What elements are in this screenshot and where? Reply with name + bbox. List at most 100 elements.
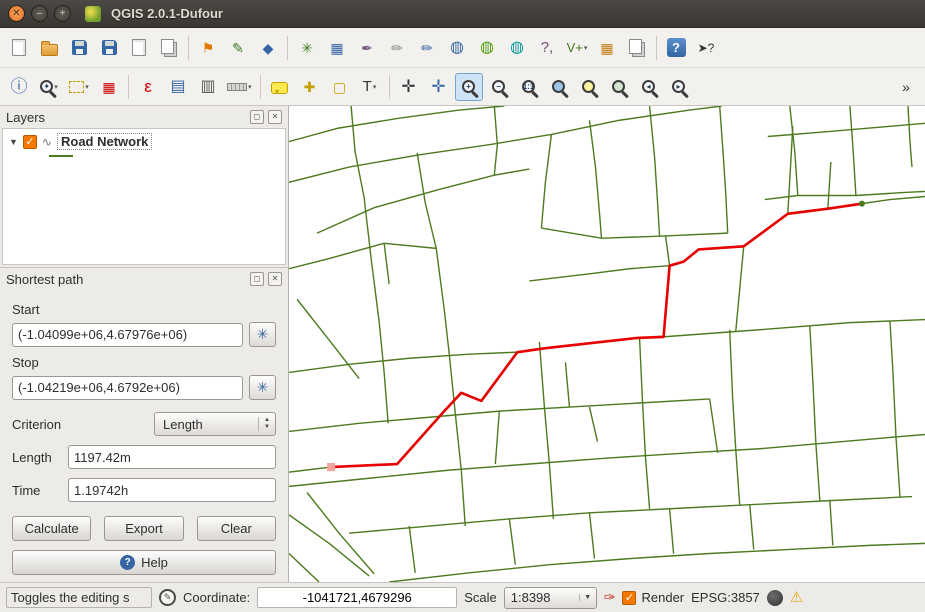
capture-polygon-button[interactable]: ◆ bbox=[254, 34, 282, 62]
text-annotation-button[interactable]: T▾ bbox=[356, 73, 384, 101]
render-label: Render bbox=[641, 590, 684, 605]
shortest-path-close-button[interactable]: ✕ bbox=[268, 272, 282, 286]
add-wfs-layer-button[interactable]: ◍ bbox=[503, 34, 531, 62]
zoom-to-selection-button[interactable] bbox=[575, 73, 603, 101]
deselect-all-button[interactable]: ▦ bbox=[95, 73, 123, 101]
new-spatialite-layer-icon: ✏ bbox=[421, 41, 433, 55]
show-bookmarks-icon: ▢ bbox=[333, 80, 346, 94]
coordinate-input[interactable] bbox=[257, 587, 457, 608]
map-canvas[interactable] bbox=[289, 106, 925, 582]
dropdown-caret-icon: ▾ bbox=[584, 44, 588, 52]
messages-warning-icon[interactable]: ⚠ bbox=[790, 590, 803, 605]
export-button[interactable]: Export bbox=[104, 516, 183, 541]
save-project-button[interactable] bbox=[65, 34, 93, 62]
shortest-path-title: Shortest path bbox=[6, 272, 83, 287]
layer-item-road-network[interactable]: ▼ ✓ ∿ Road Network bbox=[3, 129, 285, 150]
stop-rendering-icon[interactable]: ✑ bbox=[604, 589, 616, 606]
pan-to-selection-button[interactable]: ✛ bbox=[425, 73, 453, 101]
expand-arrow-icon[interactable]: ▼ bbox=[9, 137, 18, 147]
add-wms-layer-button[interactable]: ◍ bbox=[443, 34, 471, 62]
zoom-in-icon: + bbox=[462, 80, 475, 93]
new-bookmark-button[interactable]: ✚ bbox=[296, 73, 324, 101]
zoom-last-button[interactable]: ◂ bbox=[635, 73, 663, 101]
capture-point-button[interactable]: ⚑ bbox=[194, 34, 222, 62]
zoom-to-feature-button[interactable]: ✦▾ bbox=[35, 73, 63, 101]
measure-line-button[interactable]: ▾ bbox=[224, 73, 255, 101]
status-message: Toggles the editing s bbox=[6, 587, 152, 608]
add-wcs-layer-button[interactable]: ◍ bbox=[473, 34, 501, 62]
render-toggle[interactable]: ✓ Render bbox=[622, 590, 684, 605]
help-button[interactable]: ? Help bbox=[12, 550, 276, 575]
whats-this-button[interactable]: ➤? bbox=[692, 34, 720, 62]
shortest-path-float-button[interactable]: ◻ bbox=[250, 272, 264, 286]
calculate-button[interactable]: Calculate bbox=[12, 516, 91, 541]
crs-globe-icon[interactable] bbox=[767, 590, 783, 606]
zoom-to-layer-button[interactable] bbox=[605, 73, 633, 101]
capture-line-button[interactable]: ✎ bbox=[224, 34, 252, 62]
layer-symbology-row bbox=[3, 150, 285, 157]
select-by-expression-button[interactable]: ε bbox=[134, 73, 162, 101]
zoom-last-icon: ◂ bbox=[642, 80, 655, 93]
new-shapefile-layer-button[interactable]: ✏ bbox=[383, 34, 411, 62]
capture-start-point-button[interactable]: ✳ bbox=[249, 322, 276, 347]
new-project-button[interactable] bbox=[5, 34, 33, 62]
window-minimize-button[interactable]: – bbox=[31, 5, 48, 22]
deselect-all-icon: ▦ bbox=[102, 80, 115, 94]
map-tips-button[interactable] bbox=[266, 73, 294, 101]
start-input[interactable] bbox=[12, 323, 243, 347]
new-spatialite-layer-button[interactable]: ✏ bbox=[413, 34, 441, 62]
zoom-full-button[interactable] bbox=[545, 73, 573, 101]
zoom-native-icon: 1:1 bbox=[522, 80, 535, 93]
shortest-path-panel: Shortest path ◻ ✕ Start ✳ Stop ✳ bbox=[0, 268, 288, 583]
window-maximize-button[interactable]: + bbox=[54, 5, 71, 22]
time-label: Time bbox=[12, 483, 68, 498]
new-map-view-button[interactable] bbox=[623, 34, 651, 62]
zoom-in-button[interactable]: + bbox=[455, 73, 483, 101]
zoom-native-button[interactable]: 1:1 bbox=[515, 73, 543, 101]
layers-tree[interactable]: ▼ ✓ ∿ Road Network bbox=[2, 128, 286, 265]
zoom-out-button[interactable]: − bbox=[485, 73, 513, 101]
layer-visibility-checkbox[interactable]: ✓ bbox=[23, 135, 37, 149]
open-project-icon bbox=[41, 44, 58, 56]
add-wcs-layer-icon: ◍ bbox=[480, 40, 494, 56]
render-checkbox[interactable]: ✓ bbox=[622, 591, 636, 605]
node-tool-button[interactable]: ✳ bbox=[293, 34, 321, 62]
scale-select[interactable]: 1:8398 ▼ bbox=[504, 587, 597, 609]
select-by-expression-icon: ε bbox=[144, 78, 152, 95]
shortest-path-line bbox=[331, 204, 862, 467]
clear-button[interactable]: Clear bbox=[197, 516, 276, 541]
length-output[interactable] bbox=[68, 445, 276, 469]
add-raster-layer-button[interactable]: ▦ bbox=[593, 34, 621, 62]
crs-status: EPSG:3857 bbox=[691, 590, 760, 605]
save-project-as-button[interactable] bbox=[95, 34, 123, 62]
select-rectangle-button[interactable]: ▾ bbox=[65, 73, 93, 101]
time-output[interactable] bbox=[68, 478, 276, 502]
criterion-select[interactable]: Length ▲▼ bbox=[154, 412, 276, 436]
add-delimited-text-layer-button[interactable]: ?, bbox=[533, 34, 561, 62]
identify-features-button[interactable]: ⓘ bbox=[5, 73, 33, 101]
new-print-composer-button[interactable] bbox=[125, 34, 153, 62]
capture-stop-point-button[interactable]: ✳ bbox=[249, 375, 276, 400]
pan-map-button[interactable]: ✛ bbox=[395, 73, 423, 101]
new-map-view-icon bbox=[629, 39, 642, 54]
open-project-button[interactable] bbox=[35, 34, 63, 62]
zoom-next-button[interactable]: ▸ bbox=[665, 73, 693, 101]
select-features-toolbar-button[interactable]: ▦ bbox=[323, 34, 351, 62]
composer-manager-button[interactable] bbox=[155, 34, 183, 62]
stop-input[interactable] bbox=[12, 376, 243, 400]
open-attribute-table-button[interactable]: ▤ bbox=[164, 73, 192, 101]
style-manager-button[interactable]: ✒ bbox=[353, 34, 381, 62]
dock-area: Layers ◻ ✕ ▼ ✓ ∿ Road Network bbox=[0, 106, 289, 582]
dropdown-caret-icon: ▾ bbox=[54, 83, 58, 91]
layers-float-button[interactable]: ◻ bbox=[250, 110, 264, 124]
toggle-editing-icon[interactable]: ✎ bbox=[159, 589, 176, 606]
toolbar-overflow-button[interactable]: » bbox=[892, 73, 920, 101]
layers-panel: Layers ◻ ✕ ▼ ✓ ∿ Road Network bbox=[0, 106, 288, 268]
add-vector-layer-button[interactable]: V+▾ bbox=[563, 34, 591, 62]
layers-close-button[interactable]: ✕ bbox=[268, 110, 282, 124]
help-contents-button[interactable]: ? bbox=[662, 34, 690, 62]
show-bookmarks-button[interactable]: ▢ bbox=[326, 73, 354, 101]
window-close-button[interactable]: ✕ bbox=[8, 5, 25, 22]
capture-line-icon: ✎ bbox=[232, 41, 244, 55]
field-calculator-button[interactable]: ▥ bbox=[194, 73, 222, 101]
